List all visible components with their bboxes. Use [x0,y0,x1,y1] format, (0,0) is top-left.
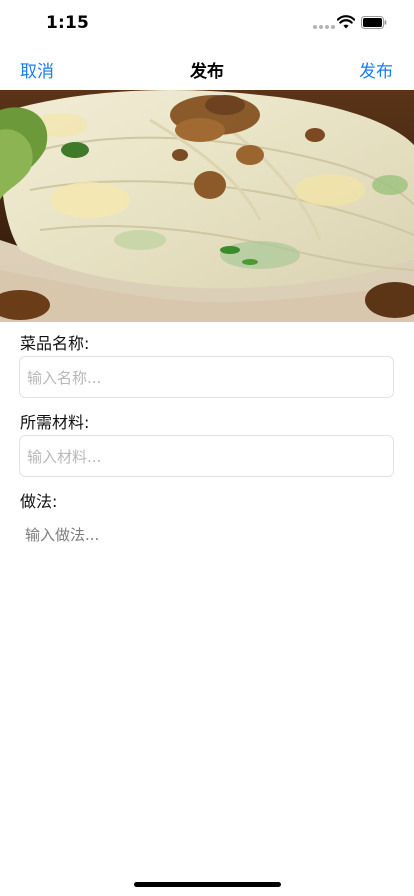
home-indicator [134,882,281,887]
dish-image [0,90,414,322]
status-bar: 1:15 [0,0,414,46]
status-time: 1:15 [46,13,90,33]
battery-icon [361,16,387,29]
dish-name-input[interactable]: 输入名称... [19,356,394,398]
dish-name-placeholder: 输入名称... [27,369,102,387]
ingredients-input[interactable]: 输入材料... [19,435,394,477]
method-placeholder: 输入做法... [25,526,100,544]
navigation-bar: 取消 发布 发布 [0,46,414,90]
cellular-signal-icon [313,25,335,29]
dish-name-label: 菜品名称: [20,334,90,353]
ingredients-label: 所需材料: [20,413,90,432]
wifi-icon [337,15,355,29]
method-label: 做法: [20,492,58,511]
ingredients-placeholder: 输入材料... [27,448,102,466]
method-textarea[interactable] [19,512,394,842]
page-title: 发布 [190,62,224,82]
publish-button[interactable]: 发布 [359,57,393,82]
dish-photo[interactable] [0,90,414,322]
